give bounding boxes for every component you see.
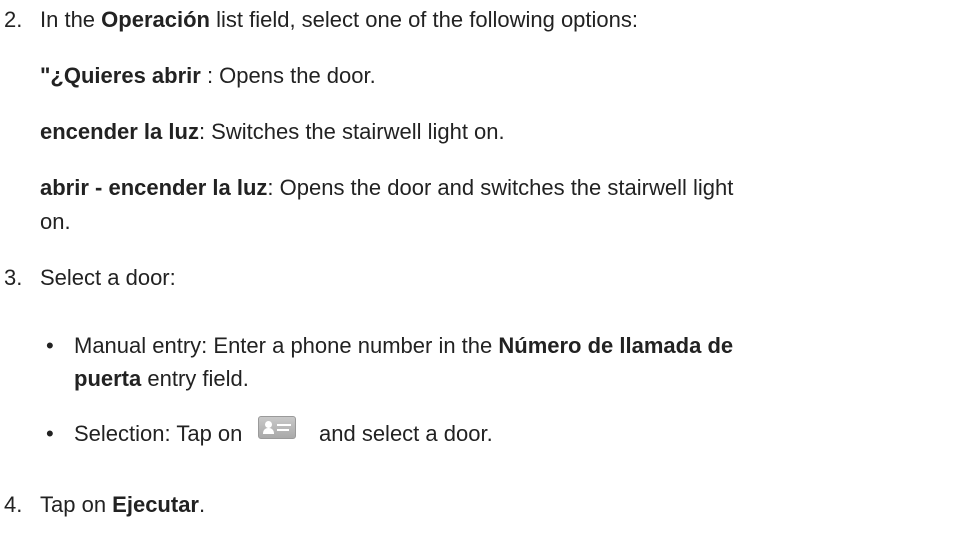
numero-field-name: Número de llamada de <box>498 333 734 358</box>
step-2-text: In the Operación list field, select one … <box>40 7 638 32</box>
option-abrir-encender-description: : Opens the door and switches the stairw… <box>267 175 734 200</box>
step-3-number: 3. <box>4 265 23 290</box>
step-2-number: 2. <box>4 7 23 32</box>
numero-field-name-cont: puerta <box>74 366 142 391</box>
bullet-marker: • <box>46 333 54 358</box>
option-encender-description: : Switches the stairwell light on. <box>198 119 505 144</box>
contact-line-shape <box>277 424 291 426</box>
step-4-text: Tap on Ejecutar. <box>40 492 206 517</box>
option-abrir-description: : Opens the door. <box>200 63 376 88</box>
ejecutar-button-name: Ejecutar <box>112 492 199 517</box>
selection-text: Selection: Tap on <box>74 421 243 446</box>
contact-body-shape <box>263 428 274 434</box>
bullet-marker: • <box>46 421 54 446</box>
manual-entry-text: Manual entry: Enter a phone number in th… <box>74 333 734 358</box>
step-4-number: 4. <box>4 492 23 517</box>
option-encender-label: encender la luz <box>40 119 199 144</box>
option-abrir-encender-cont: on. <box>40 209 71 234</box>
operacion-field-name: Operación <box>101 7 210 32</box>
contact-card-icon[interactable] <box>258 416 296 439</box>
option-encender: encender la luz: Switches the stairwell … <box>40 119 505 145</box>
option-abrir-encender: abrir - encender la luz: Opens the door … <box>40 175 733 201</box>
contact-head-shape <box>265 421 272 428</box>
selection-text-after: and select a door. <box>319 421 493 446</box>
contact-line-shape <box>277 429 289 431</box>
manual-entry-text-cont: puerta entry field. <box>74 366 249 391</box>
option-abrir-label: "¿Quieres abrir <box>40 63 201 88</box>
option-abrir-encender-label: abrir - encender la luz <box>40 175 268 200</box>
step-3-text: Select a door: <box>40 265 176 290</box>
option-abrir: "¿Quieres abrir : Opens the door. <box>40 63 376 89</box>
